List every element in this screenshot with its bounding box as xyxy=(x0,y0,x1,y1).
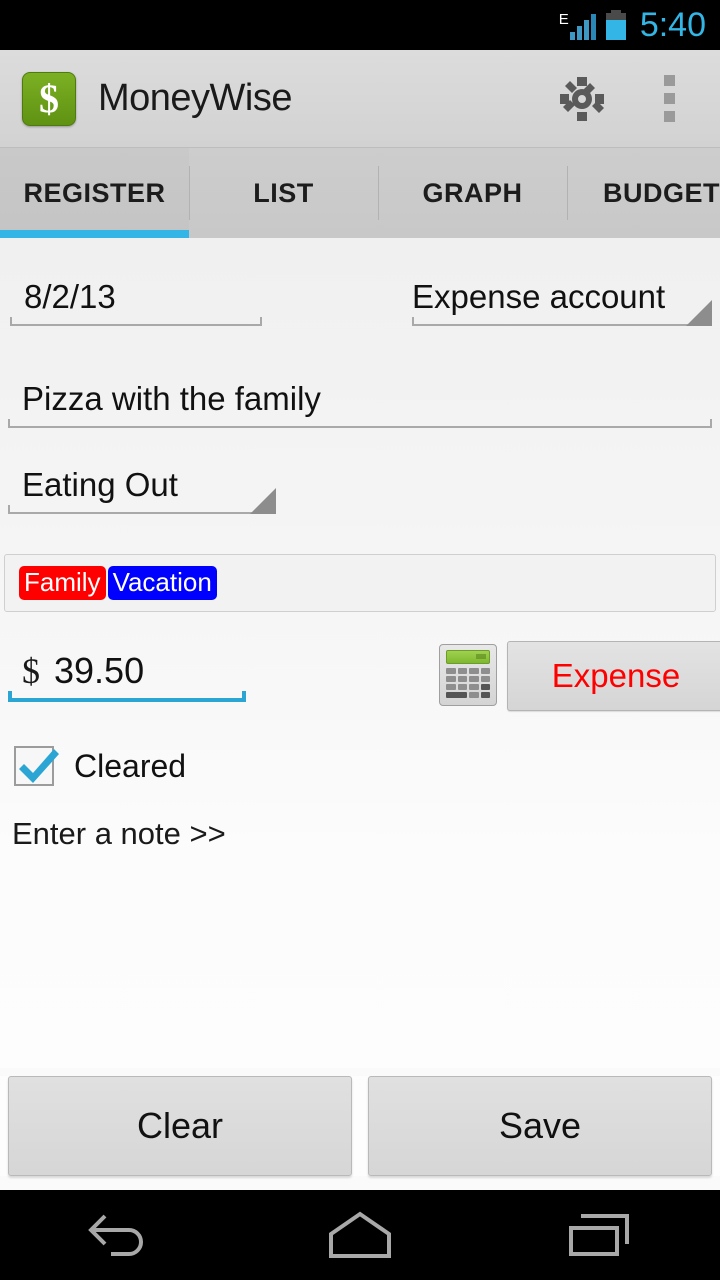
account-value: Expense account xyxy=(412,278,666,315)
recents-icon[interactable] xyxy=(480,1190,720,1280)
status-bar: E 5:40 xyxy=(0,0,720,50)
date-value: 8/2/13 xyxy=(24,278,116,315)
status-bar-clock: 5:40 xyxy=(639,6,706,44)
tab-graph-label: GRAPH xyxy=(422,177,523,208)
save-button-label: Save xyxy=(498,1105,582,1146)
calculator-icon[interactable] xyxy=(439,644,497,706)
cleared-checkbox[interactable] xyxy=(14,746,59,786)
amount-underline-focused xyxy=(8,691,246,702)
tags-field[interactable]: Family Vacation xyxy=(4,554,716,612)
date-field[interactable]: 8/2/13 xyxy=(10,278,262,326)
action-bar: $ MoneyWise xyxy=(0,50,720,148)
gear-icon[interactable] xyxy=(556,73,608,125)
tab-list-label: LIST xyxy=(253,177,314,208)
clear-button[interactable]: Clear xyxy=(8,1076,352,1176)
transaction-type-label: Expense xyxy=(551,657,681,694)
signal-area: E xyxy=(559,10,596,40)
phone-screen: E 5:40 $ MoneyWise REGISTER LIST GRAPH B… xyxy=(0,0,720,1280)
tab-budget[interactable]: BUDGET xyxy=(567,148,720,238)
network-type-label: E xyxy=(558,11,569,28)
tab-active-indicator xyxy=(0,230,189,238)
back-icon[interactable] xyxy=(0,1190,240,1280)
chevron-down-icon xyxy=(686,300,712,326)
category-value: Eating Out xyxy=(22,466,178,503)
description-value: Pizza with the family xyxy=(22,380,321,417)
amount-input[interactable]: $ 39.50 xyxy=(8,650,246,702)
app-title: MoneyWise xyxy=(98,77,293,119)
note-link[interactable]: Enter a note >> xyxy=(12,816,226,852)
category-underline xyxy=(8,505,276,514)
calculator-keys xyxy=(446,668,490,698)
tag-chip[interactable]: Vacation xyxy=(107,565,217,601)
cleared-checkbox-row[interactable]: Cleared xyxy=(14,746,186,786)
category-spinner[interactable]: Eating Out xyxy=(8,466,276,514)
description-input[interactable]: Pizza with the family xyxy=(8,380,712,428)
currency-symbol: $ xyxy=(22,651,40,691)
tab-bar: REGISTER LIST GRAPH BUDGET xyxy=(0,148,720,238)
overflow-menu-icon[interactable] xyxy=(663,73,675,125)
save-button[interactable]: Save xyxy=(368,1076,712,1176)
tab-list[interactable]: LIST xyxy=(189,148,378,238)
calculator-display xyxy=(446,650,490,664)
tab-register[interactable]: REGISTER xyxy=(0,148,189,238)
account-underline xyxy=(412,317,712,326)
signal-bars-icon xyxy=(569,14,596,40)
clear-button-label: Clear xyxy=(136,1105,224,1146)
cleared-label: Cleared xyxy=(74,747,187,784)
home-icon[interactable] xyxy=(240,1190,480,1280)
system-navigation-bar xyxy=(0,1190,720,1280)
transaction-type-button[interactable]: Expense xyxy=(507,641,720,711)
chevron-down-icon xyxy=(250,488,276,514)
amount-value: 39.50 xyxy=(54,650,145,691)
account-spinner[interactable]: Expense account xyxy=(412,278,712,326)
tab-budget-label: BUDGET xyxy=(603,177,720,208)
tab-register-label: REGISTER xyxy=(23,177,166,208)
logo-dollar-glyph: $ xyxy=(39,75,59,121)
tab-graph[interactable]: GRAPH xyxy=(378,148,567,238)
date-underline xyxy=(10,317,262,326)
tag-chip[interactable]: Family xyxy=(19,565,106,601)
transaction-form: 8/2/13 Expense account Pizza with the fa… xyxy=(0,238,720,1068)
description-underline xyxy=(8,419,712,428)
battery-icon xyxy=(605,10,626,40)
form-actions: Clear Save xyxy=(0,1076,720,1176)
app-logo-icon[interactable]: $ xyxy=(22,71,76,126)
